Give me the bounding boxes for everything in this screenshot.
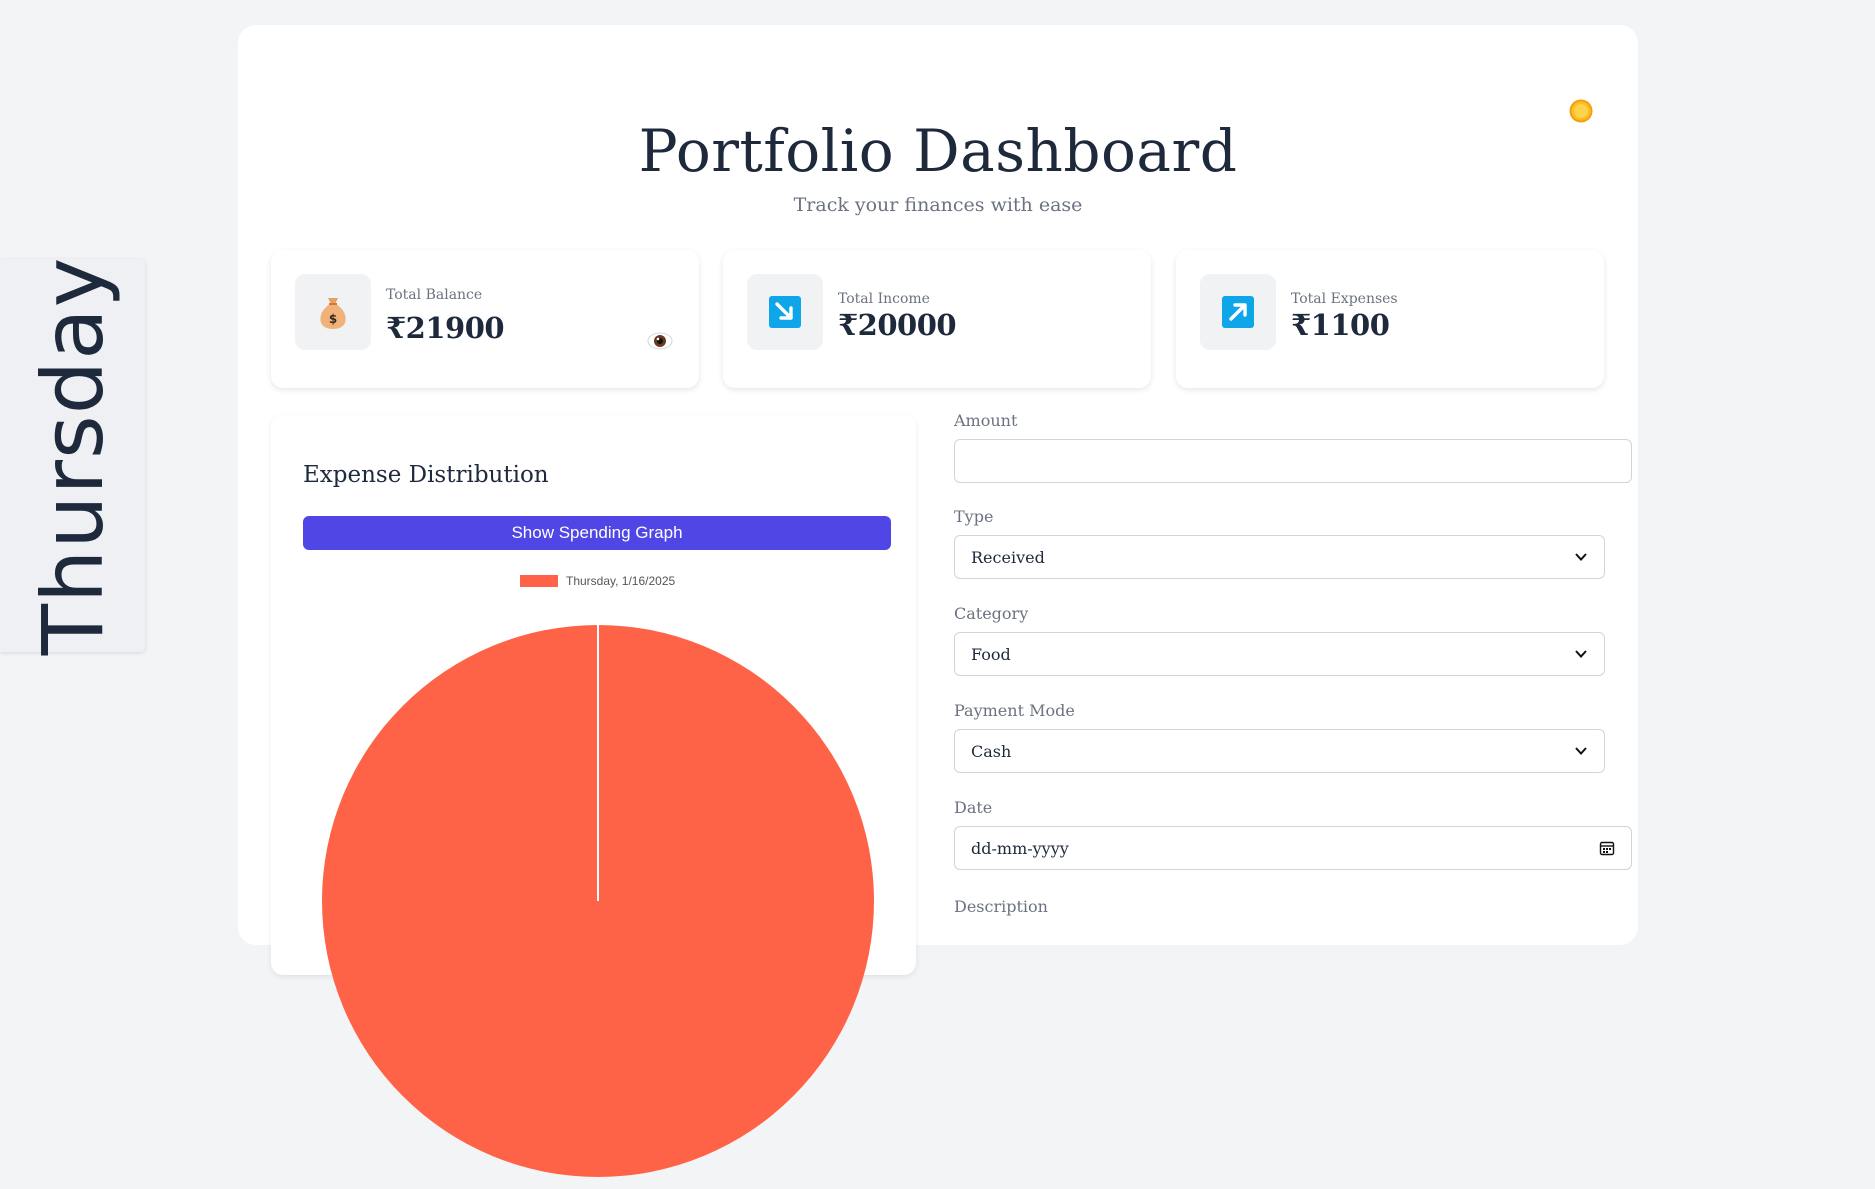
- toggle-balance-visibility-button[interactable]: [647, 328, 673, 354]
- transaction-form: Amount Type Received Category Food Payme…: [954, 25, 1634, 935]
- legend-swatch: [520, 575, 558, 587]
- day-label: Thursday: [23, 256, 122, 655]
- balance-label: Total Balance: [386, 287, 483, 303]
- show-spending-graph-button[interactable]: Show Spending Graph: [303, 516, 891, 550]
- svg-text:$: $: [329, 312, 337, 326]
- arrow-down-right-icon: [769, 296, 801, 328]
- dashboard-card: Portfolio Dashboard Track your finances …: [238, 25, 1638, 1177]
- category-select-value: Food: [971, 644, 1011, 664]
- chevron-down-icon: [1575, 650, 1587, 658]
- chart-legend[interactable]: Thursday, 1/16/2025: [520, 574, 675, 588]
- payment-mode-select[interactable]: Cash: [954, 729, 1605, 773]
- eye-icon: [647, 332, 673, 350]
- amount-input[interactable]: [954, 439, 1632, 483]
- money-bag-icon: $: [320, 298, 346, 329]
- income-icon-box: [747, 274, 823, 350]
- income-value: ₹20000: [838, 308, 957, 342]
- pie-chart-svg: [322, 625, 874, 1177]
- type-label: Type: [954, 507, 994, 526]
- income-label: Total Income: [838, 291, 930, 307]
- calendar-icon[interactable]: [1599, 840, 1615, 856]
- category-select[interactable]: Food: [954, 632, 1605, 676]
- expense-distribution-title: Expense Distribution: [303, 462, 549, 488]
- type-select-value: Received: [971, 547, 1045, 567]
- chevron-down-icon: [1575, 553, 1587, 561]
- date-label: Date: [954, 798, 993, 817]
- date-input[interactable]: dd-mm-yyyy: [954, 826, 1632, 870]
- payment-mode-select-value: Cash: [971, 741, 1012, 761]
- balance-value: ₹21900: [386, 311, 505, 345]
- date-placeholder: dd-mm-yyyy: [971, 838, 1069, 858]
- day-tab: Thursday: [0, 256, 145, 655]
- category-label: Category: [954, 604, 1029, 623]
- type-select[interactable]: Received: [954, 535, 1605, 579]
- balance-icon-box: $: [295, 274, 371, 350]
- amount-label: Amount: [954, 411, 1018, 430]
- pie-chart: [320, 625, 876, 1185]
- description-label: Description: [954, 897, 1048, 916]
- legend-label: Thursday, 1/16/2025: [566, 574, 676, 588]
- chevron-down-icon: [1575, 747, 1587, 755]
- balance-card: $ Total Balance ₹21900: [271, 250, 699, 388]
- payment-mode-label: Payment Mode: [954, 701, 1075, 720]
